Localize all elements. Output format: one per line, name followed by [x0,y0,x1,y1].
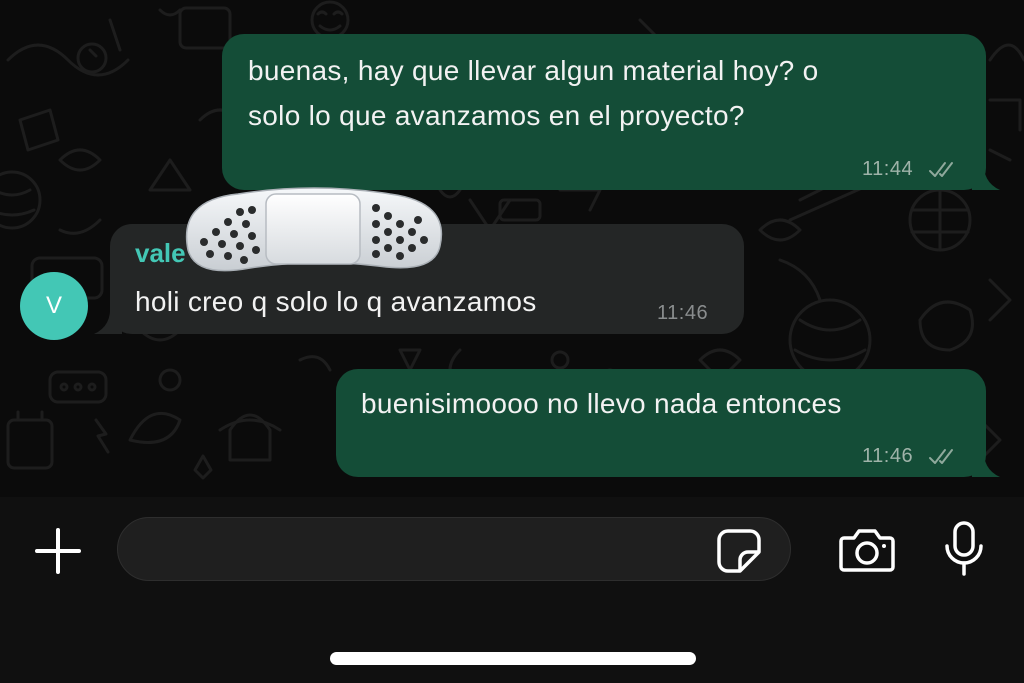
message-time: 11:44 [862,158,914,180]
home-indicator[interactable] [330,652,696,665]
message-text: buenas, hay que llevar algun material ho… [248,55,819,86]
microphone-icon[interactable] [942,520,986,578]
sticker-icon[interactable] [716,528,762,574]
chat-area[interactable]: buenas, hay que llevar algun material ho… [0,0,1024,497]
message-input-field[interactable] [117,517,791,582]
message-time: 11:46 [862,445,914,467]
message-input[interactable] [142,518,706,582]
plus-icon[interactable] [33,526,83,576]
message-time: 11:46 [657,302,709,324]
bandage-sticker[interactable] [178,180,450,280]
double-check-icon [929,162,953,177]
avatar[interactable]: V [20,272,88,340]
message-text: solo lo que avanzamos en el proyecto? [248,100,745,131]
bubble-tail [972,447,1000,477]
camera-icon[interactable] [838,526,896,574]
message-text: holi creo q solo lo q avanzamos [135,286,537,317]
message-text: buenisimoooo no llevo nada entonces [361,388,842,419]
double-check-icon [929,449,953,464]
chat-screen: buenas, hay que llevar algun material ho… [0,0,1024,683]
bubble-tail [972,160,1000,190]
bubble-tail [94,304,122,334]
